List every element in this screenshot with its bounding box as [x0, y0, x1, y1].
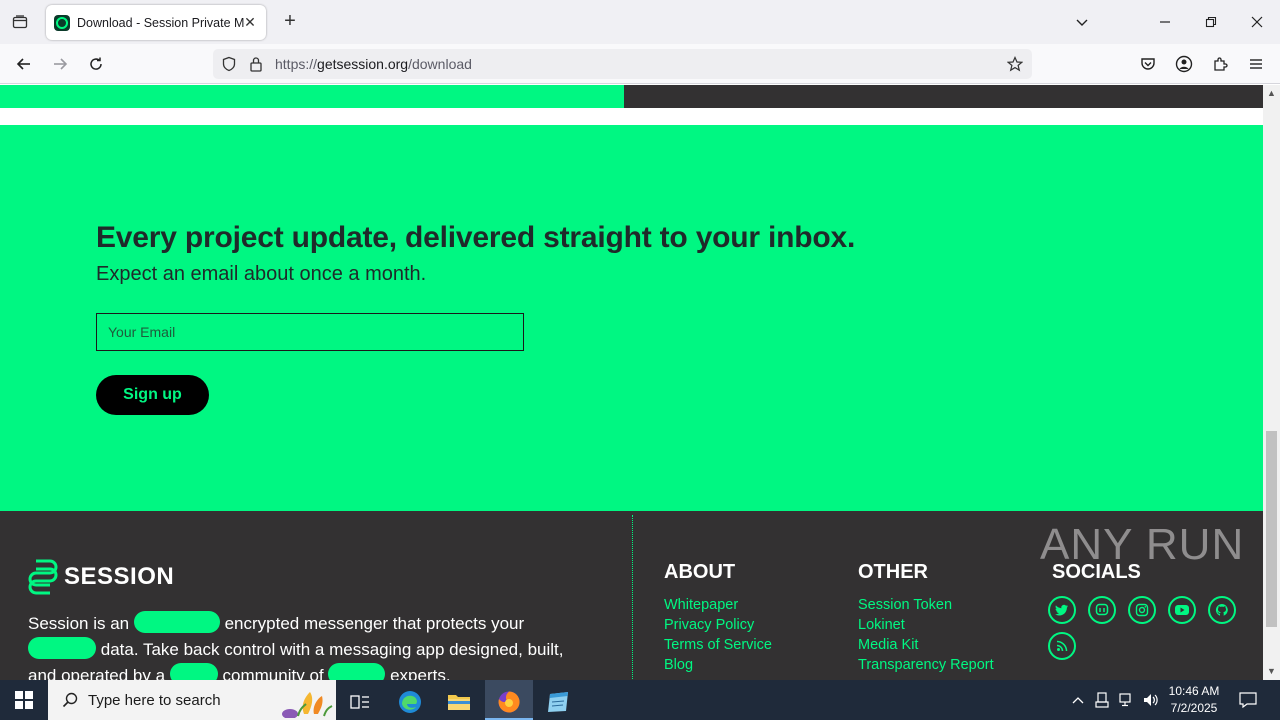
instagram-icon[interactable]	[1128, 596, 1156, 624]
close-tab-icon[interactable]: ✕	[242, 14, 258, 30]
newsletter-heading: Every project update, delivered straight…	[96, 221, 856, 254]
footer-link-media-kit[interactable]: Media Kit	[858, 635, 994, 655]
email-input[interactable]	[96, 313, 524, 351]
back-arrow-icon[interactable]	[12, 52, 36, 76]
twitter-icon[interactable]	[1048, 596, 1076, 624]
scrollbar-thumb[interactable]	[1266, 431, 1277, 627]
url-bar[interactable]: https://getsession.org/download	[213, 49, 1032, 79]
bookmark-star-icon[interactable]	[1006, 55, 1024, 73]
footer-link-terms-of-service[interactable]: Terms of Service	[664, 635, 772, 655]
tray-overflow-chevron-icon[interactable]	[1068, 680, 1088, 720]
highlight-pill	[28, 637, 96, 659]
github-icon[interactable]	[1208, 596, 1236, 624]
windows-start-icon[interactable]	[0, 680, 48, 720]
browser-nav-bar: https://getsession.org/download	[0, 44, 1280, 84]
forward-arrow-icon[interactable]	[48, 52, 72, 76]
scroll-up-arrow-icon[interactable]: ▲	[1263, 85, 1280, 102]
hamburger-menu-icon[interactable]	[1244, 52, 1268, 76]
footer-divider	[632, 515, 633, 680]
footer-link-session-token[interactable]: Session Token	[858, 595, 994, 615]
minimize-icon[interactable]	[1155, 12, 1175, 32]
lock-icon[interactable]	[247, 55, 265, 73]
footer-link-blog[interactable]: Blog	[664, 655, 772, 675]
tracking-protection-shield-icon[interactable]	[220, 55, 238, 73]
notepad-app-icon[interactable]	[534, 684, 582, 720]
footer-about-column: ABOUT Whitepaper Privacy Policy Terms of…	[664, 561, 772, 675]
browser-tab-bar: Download - Session Private Messenger ✕ +	[0, 0, 1280, 44]
footer-about-heading: ABOUT	[664, 561, 736, 583]
file-explorer-icon[interactable]	[435, 684, 483, 720]
anyrun-watermark: ANY RUN	[1040, 520, 1245, 569]
new-tab-icon[interactable]: +	[280, 11, 300, 31]
clock-time: 10:46 AM	[1168, 684, 1220, 698]
page-scrollbar[interactable]: ▲ ▼	[1263, 85, 1280, 680]
youtube-icon[interactable]	[1168, 596, 1196, 624]
clock-date: 7/2/2025	[1170, 701, 1218, 715]
previous-section-dark-strip	[624, 85, 1263, 108]
volume-icon[interactable]	[1140, 680, 1162, 720]
search-highlight-flowers-icon	[282, 692, 333, 718]
footer-about-text: Session is an encrypted messenger that p…	[28, 611, 608, 680]
tab-overflow-chevron-icon[interactable]	[1072, 12, 1092, 32]
taskbar-clock[interactable]: 10:46 AM 7/2/2025	[1160, 683, 1228, 717]
taskbar-search-box[interactable]: Type here to search	[48, 680, 336, 720]
newsletter-section: Every project update, delivered straight…	[0, 125, 1263, 511]
highlight-pill	[328, 663, 386, 680]
firefox-icon[interactable]	[485, 684, 533, 720]
pocket-icon[interactable]	[1136, 52, 1160, 76]
account-icon[interactable]	[1172, 52, 1196, 76]
rss-icon[interactable]	[1048, 632, 1076, 660]
session-logo[interactable]: SESSION	[28, 559, 174, 595]
extensions-icon[interactable]	[1208, 52, 1232, 76]
highlight-pill	[133, 611, 220, 633]
reload-icon[interactable]	[84, 52, 108, 76]
close-window-icon[interactable]	[1247, 12, 1267, 32]
browser-tab-active[interactable]: Download - Session Private Messenger ✕	[46, 5, 266, 40]
footer-link-lokinet[interactable]: Lokinet	[858, 615, 994, 635]
footer-other-column: OTHER Session Token Lokinet Media Kit Tr…	[858, 561, 994, 675]
edge-browser-icon[interactable]	[386, 684, 434, 720]
signup-button[interactable]: Sign up	[96, 375, 209, 415]
list-all-tabs-icon[interactable]	[8, 10, 32, 34]
usb-device-icon[interactable]	[1092, 680, 1112, 720]
footer-link-transparency-report[interactable]: Transparency Report	[858, 655, 994, 675]
search-icon	[62, 692, 78, 708]
session-logo-text: SESSION	[64, 563, 175, 590]
footer-link-whitepaper[interactable]: Whitepaper	[664, 595, 772, 615]
session-favicon-icon	[54, 14, 70, 31]
footer-other-heading: OTHER	[858, 561, 928, 583]
url-text: https://getsession.org/download	[275, 56, 472, 72]
notifications-icon[interactable]	[1236, 680, 1260, 720]
task-view-icon[interactable]	[336, 684, 384, 720]
network-icon[interactable]	[1116, 680, 1138, 720]
highlight-pill	[169, 663, 218, 680]
taskbar-search-placeholder: Type here to search	[88, 691, 221, 709]
page-viewport: Every project update, delivered straight…	[0, 85, 1263, 680]
restore-icon[interactable]	[1201, 12, 1221, 32]
newsletter-subtitle: Expect an email about once a month.	[96, 263, 427, 285]
tab-title: Download - Session Private Messenger	[77, 15, 245, 30]
windows-taskbar: Type here to search 10:46 AM 7/2/2025	[0, 680, 1280, 720]
scroll-down-arrow-icon[interactable]: ▼	[1263, 663, 1280, 680]
session-logo-mark-icon	[28, 559, 58, 595]
mastodon-icon[interactable]	[1088, 596, 1116, 624]
previous-section-green-strip	[0, 85, 624, 108]
footer-link-privacy-policy[interactable]: Privacy Policy	[664, 615, 772, 635]
